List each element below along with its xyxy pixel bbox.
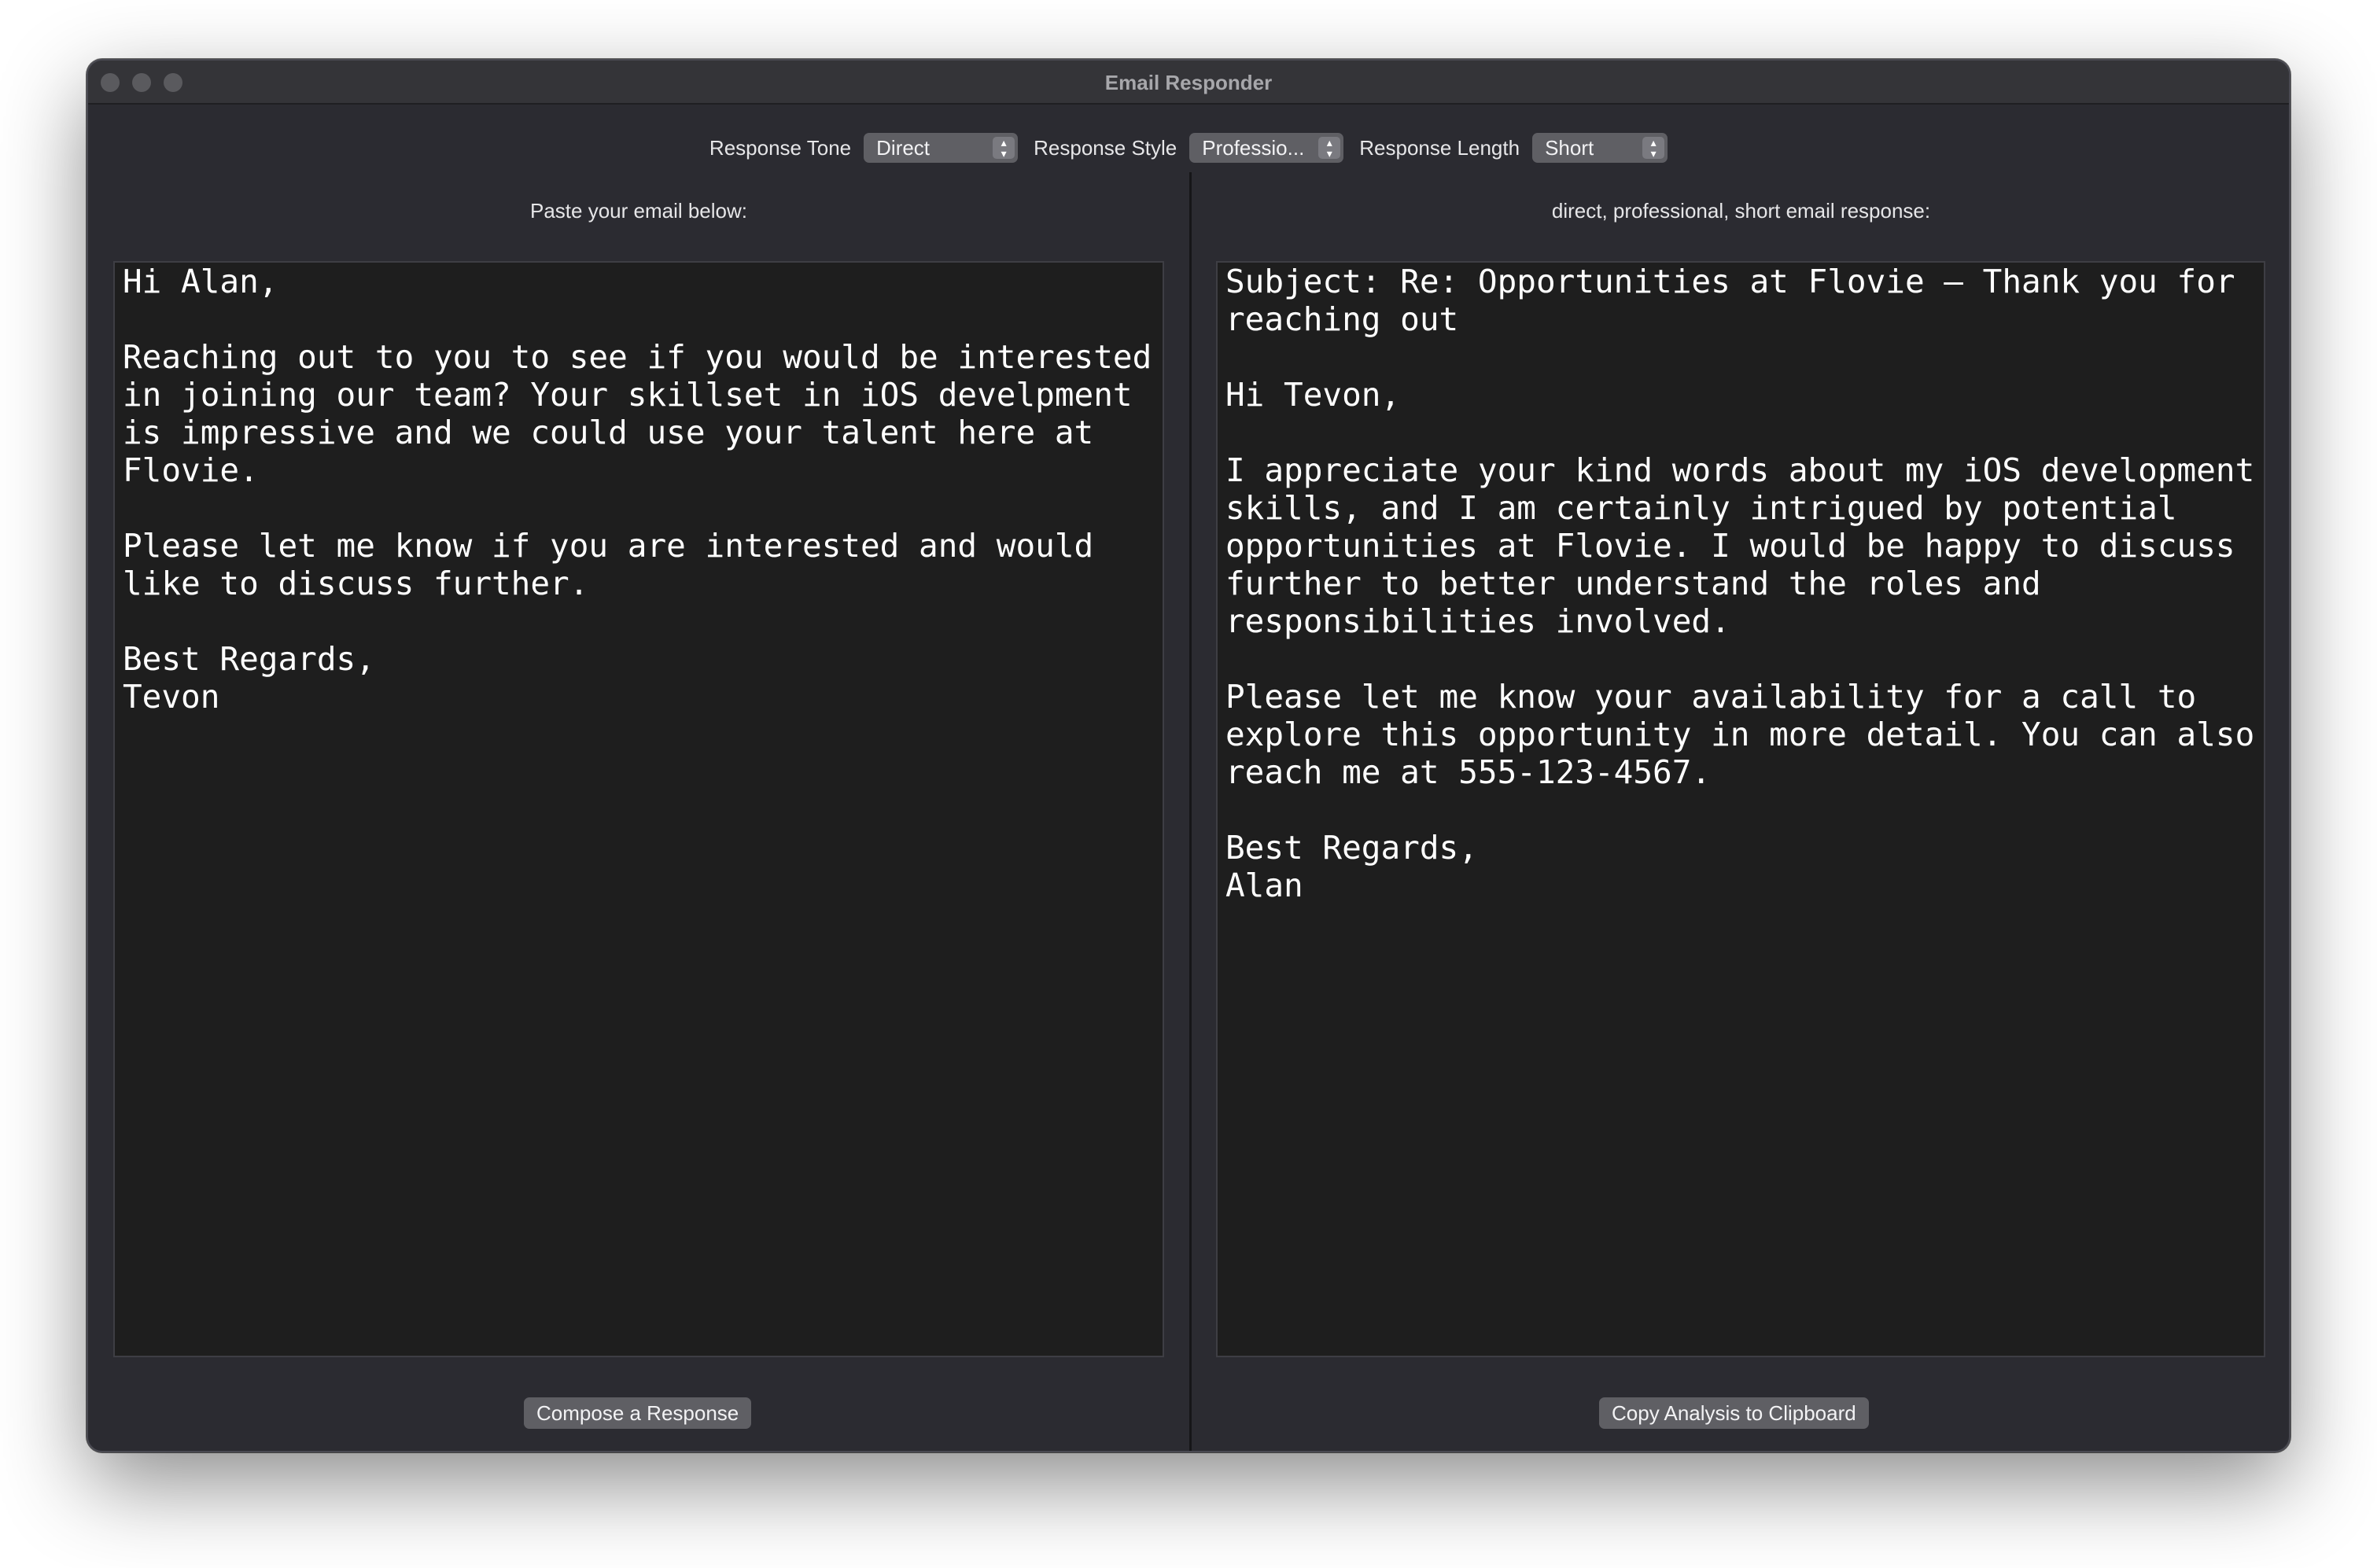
email-input-text: Hi Alan, Reaching out to you to see if y… bbox=[123, 263, 1152, 716]
pane-divider[interactable] bbox=[1189, 172, 1192, 1451]
app-window: Email Responder Response Tone Direct ▴ ▾ … bbox=[87, 59, 2290, 1452]
chevron-up-down-icon: ▴ ▾ bbox=[1318, 137, 1341, 159]
response-tone-label: Response Tone bbox=[709, 135, 852, 160]
response-style-label: Response Style bbox=[1034, 135, 1177, 160]
input-pane-label: Paste your email below: bbox=[529, 199, 748, 223]
chevron-up-down-icon: ▴ ▾ bbox=[1642, 137, 1665, 159]
window-title: Email Responder bbox=[1104, 71, 1273, 94]
options-toolbar: Response Tone Direct ▴ ▾ Response Style P… bbox=[88, 131, 2289, 165]
compose-response-button[interactable]: Compose a Response bbox=[524, 1397, 752, 1429]
copy-to-clipboard-button[interactable]: Copy Analysis to Clipboard bbox=[1599, 1397, 1869, 1429]
response-output-text: Subject: Re: Opportunities at Flovie – T… bbox=[1225, 263, 2255, 904]
email-input-textarea[interactable]: Hi Alan, Reaching out to you to see if y… bbox=[113, 261, 1164, 1357]
response-pane-label: direct, professional, short email respon… bbox=[1551, 199, 1931, 223]
response-length-popup[interactable]: Short ▴ ▾ bbox=[1532, 133, 1668, 163]
response-tone-popup[interactable]: Direct ▴ ▾ bbox=[864, 133, 1019, 163]
response-length-label: Response Length bbox=[1359, 135, 1520, 160]
response-length-value: Short bbox=[1545, 136, 1594, 160]
response-tone-value: Direct bbox=[876, 136, 931, 160]
chevron-up-down-icon: ▴ ▾ bbox=[993, 137, 1015, 159]
response-output-textarea[interactable]: Subject: Re: Opportunities at Flovie – T… bbox=[1216, 261, 2265, 1357]
title-bar: Email Responder bbox=[88, 61, 2289, 105]
response-style-value: Professio... bbox=[1202, 136, 1305, 160]
response-style-popup[interactable]: Professio... ▴ ▾ bbox=[1189, 133, 1344, 163]
